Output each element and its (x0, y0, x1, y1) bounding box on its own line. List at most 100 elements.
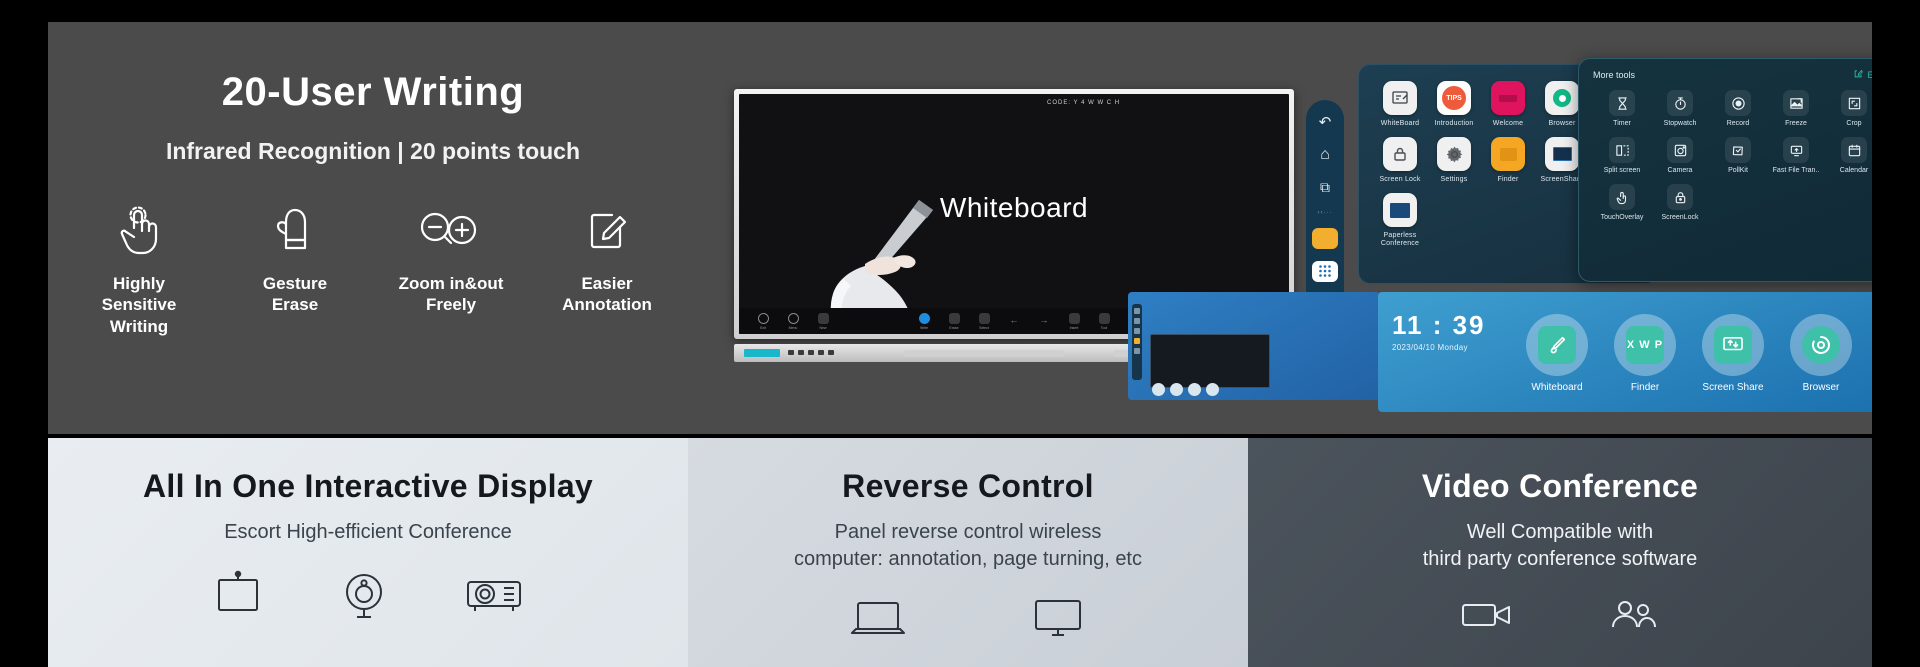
tool-label: Fast File Tran.. (1772, 167, 1820, 174)
shortcut-browser[interactable]: Browser (1790, 314, 1852, 393)
toolbar-button-redo[interactable]: → (1034, 315, 1054, 328)
tool-item-record[interactable]: Record (1709, 90, 1767, 127)
feature-label-line1: Easier (581, 274, 633, 293)
shortcut-finder[interactable]: X W P Finder (1614, 314, 1676, 393)
rail-dot (1134, 328, 1140, 334)
shortcut-circle (1526, 314, 1588, 376)
toolbar-caption: New (819, 325, 827, 330)
home-icon[interactable]: ⌂ (1312, 145, 1338, 166)
shortcut-whiteboard[interactable]: Whiteboard (1526, 314, 1588, 393)
app-item-welcome[interactable]: Welcome (1481, 81, 1535, 127)
dock-icon[interactable] (1206, 383, 1219, 396)
dock-icon[interactable] (1152, 383, 1165, 396)
tool-item-freeze[interactable]: Freeze (1767, 90, 1825, 127)
app-item-paperless-conference[interactable]: Paperless Conference (1373, 193, 1427, 247)
edit-pencil-icon (1854, 69, 1864, 80)
app-item-whiteboard[interactable]: WhiteBoard (1373, 81, 1427, 127)
feature-item-gesture-erase: Gesture Erase (231, 203, 359, 337)
screenshare-icon (1545, 137, 1579, 171)
dock-icon[interactable] (1188, 383, 1201, 396)
shortcut-screen-share[interactable]: Screen Share (1702, 314, 1764, 393)
card-all-in-one-interactive-display: All In One Interactive Display Escort Hi… (48, 438, 688, 667)
feature-label-line1: Highly (113, 274, 165, 293)
port (828, 350, 834, 355)
tool-item-touch-overlay[interactable]: TouchOverlay (1593, 184, 1651, 221)
tool-item-fast-file-transfer[interactable]: Fast File Tran.. (1767, 137, 1825, 174)
select-icon (978, 312, 990, 324)
toolbar-caption: Insert (1069, 325, 1079, 330)
finder-badge-text: X W P (1626, 339, 1664, 351)
pollkit-icon (1725, 137, 1751, 163)
finder-folder-icon: X W P (1626, 326, 1664, 364)
feature-label-line2: Erase (271, 295, 319, 315)
split-screen-icon (1609, 137, 1635, 163)
tool-item-crop[interactable]: Crop (1825, 90, 1872, 127)
tool-item-timer[interactable]: Timer (1593, 90, 1651, 127)
toolbar-button-tool[interactable]: Tool (1094, 312, 1114, 330)
toolbar-button-erase[interactable]: Erase (944, 312, 964, 330)
toolbar-button-select[interactable]: Select (974, 312, 994, 330)
apps-grid-icon[interactable] (1312, 261, 1338, 282)
app-item-settings[interactable]: Settings (1427, 137, 1481, 183)
toolbar-caption: Select (979, 325, 989, 330)
back-icon[interactable]: ↶ (1312, 112, 1338, 133)
toolbar-left-group: Exit Menu New (753, 312, 833, 330)
card-subtitle-line1: Well Compatible with (1466, 521, 1654, 543)
toolbar-button-insert[interactable]: Insert (1064, 312, 1084, 330)
browser-icon (1545, 81, 1579, 115)
toolbar-button-write[interactable]: Write (914, 312, 934, 330)
rail-dot (1134, 318, 1140, 324)
feature-item-easier-annotation: Easier Annotation (543, 203, 671, 337)
app-item-finder[interactable]: Finder (1481, 137, 1535, 183)
recent-apps-icon[interactable]: ⧉ (1312, 178, 1338, 199)
exit-icon (757, 312, 769, 324)
dock-icon[interactable] (1170, 383, 1183, 396)
finder-icon (1491, 137, 1525, 171)
feature-label: Gesture Erase (231, 273, 359, 316)
browser-swirl-icon (1802, 326, 1840, 364)
port (798, 350, 804, 355)
video-cam-icon (1459, 595, 1515, 635)
more-tools-header: More tools Edit (1593, 69, 1872, 80)
speaker-grille-left (904, 350, 1064, 357)
annotate-icon[interactable] (1312, 228, 1338, 249)
tool-label: ScreenLock (1661, 214, 1699, 221)
card-subtitle-line2: third party conference software (1422, 548, 1698, 570)
whiteboard-board-icon (211, 568, 265, 622)
toolbar-button-undo[interactable]: ← (1004, 315, 1024, 328)
record-icon (1725, 90, 1751, 116)
toolbar-button-menu[interactable]: Menu (783, 312, 803, 330)
tool-item-pollkit[interactable]: PollKit (1709, 137, 1767, 174)
feature-label: Highly Sensitive Writing (75, 273, 203, 337)
home-screen-preview-small (1128, 292, 1380, 400)
zoom-in-out-icon (387, 203, 515, 259)
shortcut-circle: X W P (1614, 314, 1676, 376)
card-reverse-control: Reverse Control Panel reverse control wi… (688, 438, 1248, 667)
toolbar-button-new[interactable]: New (813, 312, 833, 330)
tool-item-calendar[interactable]: Calendar (1825, 137, 1872, 174)
app-item-introduction[interactable]: TIPS Introduction (1427, 81, 1481, 127)
feature-cards-strip: All In One Interactive Display Escort Hi… (48, 438, 1872, 667)
screen-lock-icon (1667, 184, 1693, 210)
app-label: Welcome (1492, 120, 1524, 127)
screen-share-icon (1714, 326, 1752, 364)
tool-item-screen-lock[interactable]: ScreenLock (1651, 184, 1709, 221)
edit-button[interactable]: Edit (1854, 69, 1872, 80)
hero-left-block: 20-User Writing Infrared Recognition | 2… (48, 22, 698, 434)
feature-list: Highly Sensitive Writing Gesture Erase Z… (48, 203, 698, 337)
tool-item-stopwatch[interactable]: Stopwatch (1651, 90, 1709, 127)
tool-item-camera[interactable]: Camera (1651, 137, 1709, 174)
camera-icon (1667, 137, 1693, 163)
hero-section: 20-User Writing Infrared Recognition | 2… (48, 22, 1872, 434)
stopwatch-icon (1667, 90, 1693, 116)
card-subtitle: Well Compatible with third party confere… (1248, 519, 1872, 573)
shortcut-label: Finder (1630, 382, 1660, 393)
session-code-text: CODE: Y 4 W W C H (1047, 100, 1121, 106)
app-item-screen-lock[interactable]: Screen Lock (1373, 137, 1427, 183)
card-subtitle-line2: computer: annotation, page turning, etc (793, 548, 1142, 570)
tool-item-split-screen[interactable]: Split screen (1593, 137, 1651, 174)
feature-label-line2: Freely (425, 295, 477, 315)
toolbar-caption: Write (919, 325, 929, 330)
projector-icon (463, 568, 525, 622)
toolbar-button-exit[interactable]: Exit (753, 312, 773, 330)
